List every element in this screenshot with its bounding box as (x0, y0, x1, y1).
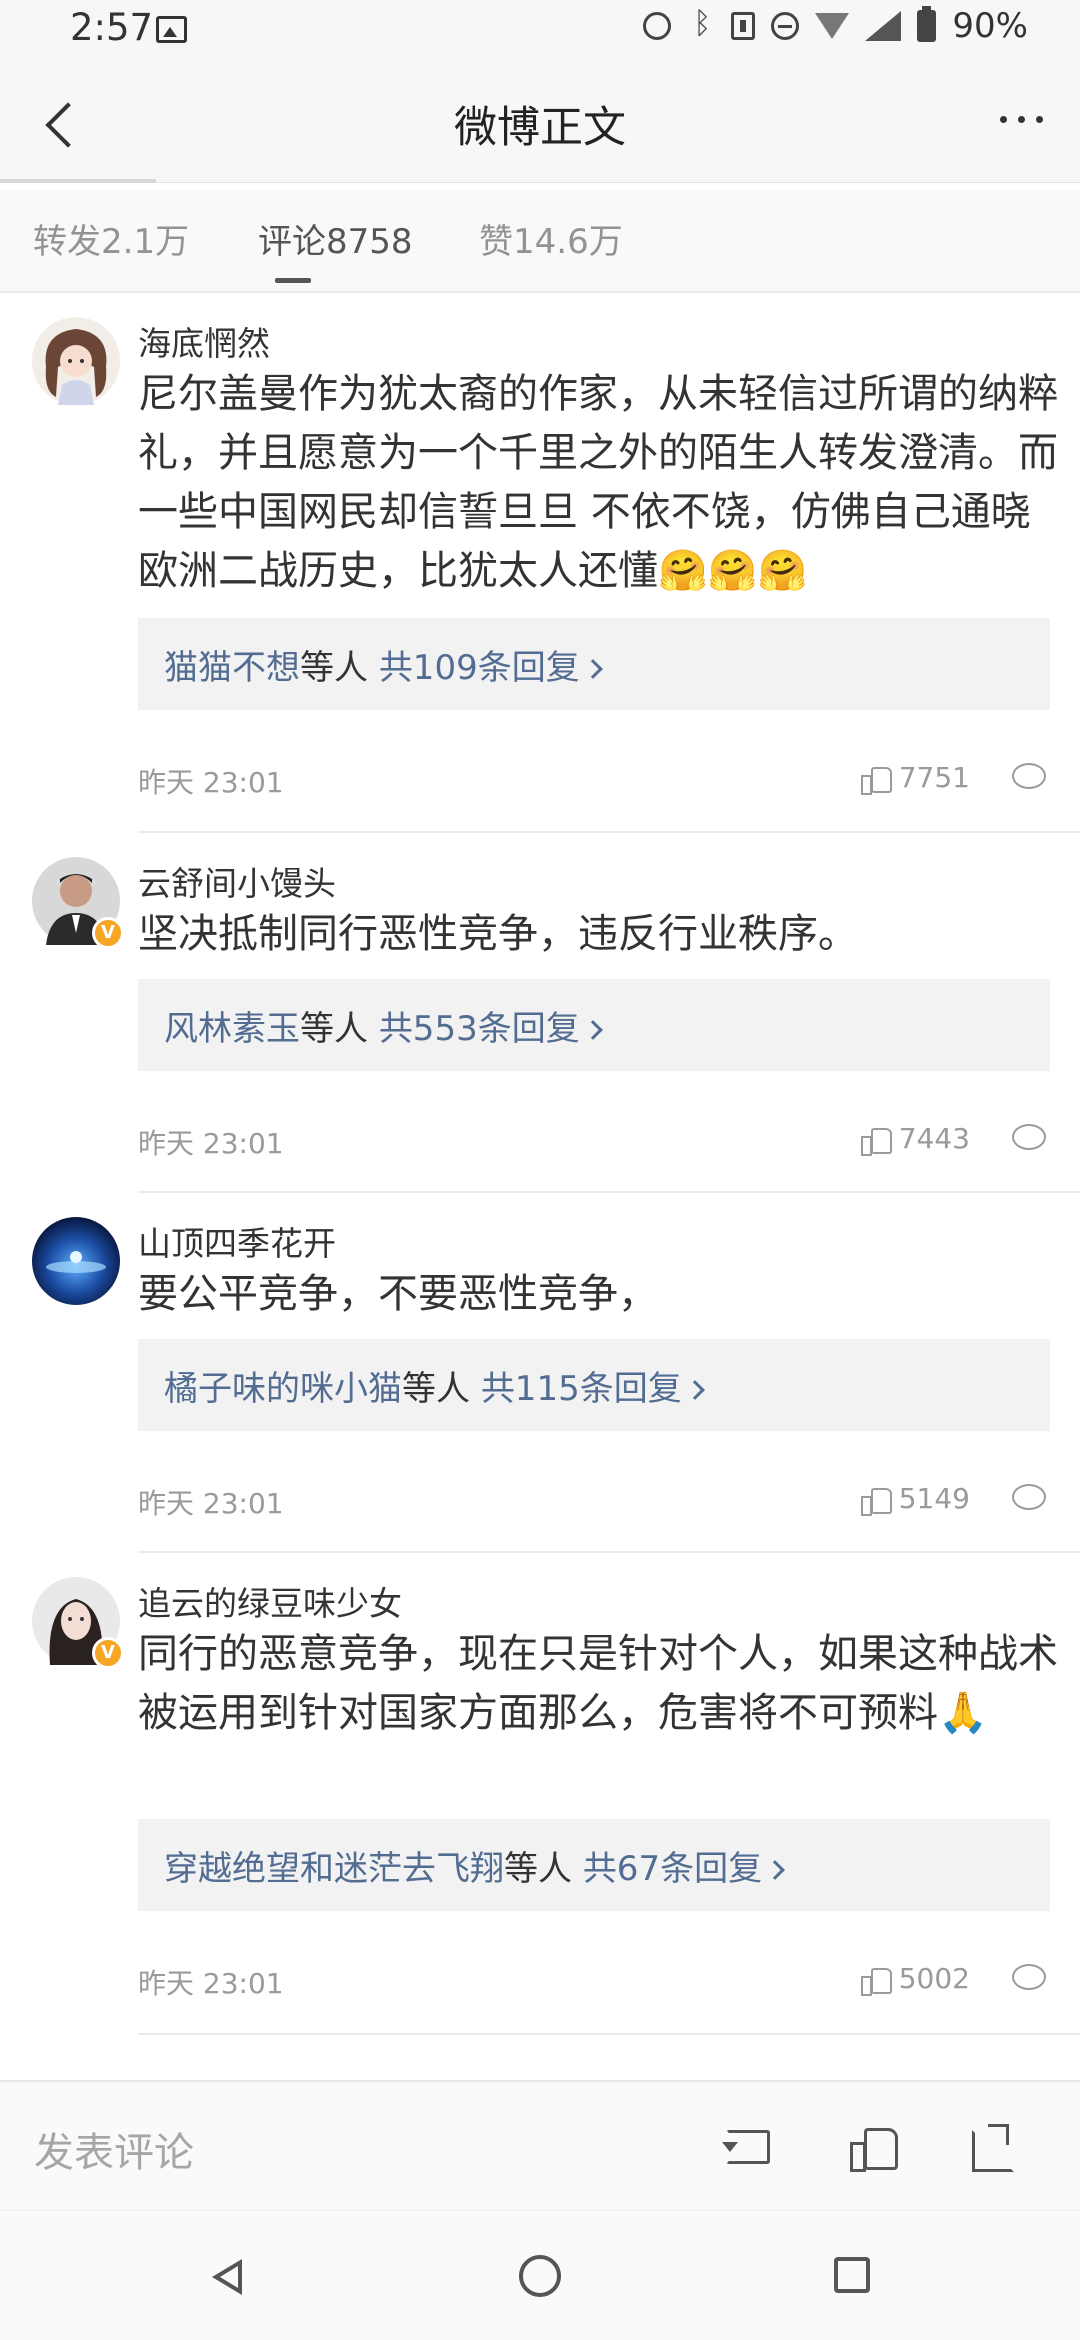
comment-divider (138, 2033, 1080, 2035)
avatar[interactable] (32, 317, 120, 405)
comment-time: 昨天 23:01 (138, 766, 284, 799)
verified-badge-icon: V (92, 1637, 124, 1669)
reply-connector: 等人 (300, 1009, 379, 1049)
chevron-right-icon (765, 1860, 785, 1880)
like-button[interactable]: 5002 (860, 1962, 970, 1996)
thumbs-up-icon (860, 1124, 892, 1156)
verified-badge-icon: V (92, 917, 124, 949)
status-icons: 90% (643, 6, 1028, 46)
comment-bubble-icon[interactable] (1012, 1124, 1046, 1150)
reply-user-name[interactable]: 猫猫不想 (164, 648, 300, 688)
comment-divider (138, 1191, 1080, 1193)
like-button[interactable]: 7751 (860, 761, 970, 795)
comment-list: 海底惘然 尼尔盖曼作为犹太裔的作家，从未轻信过所谓的纳粹礼，并且愿意为一个千里之… (0, 293, 1080, 2080)
like-count: 7443 (898, 1122, 970, 1155)
nav-recents-icon[interactable] (834, 2257, 870, 2293)
reply-count: 共67条回复 (582, 1849, 763, 1889)
status-time: 2:57 (70, 6, 154, 49)
system-nav-bar (0, 2210, 1080, 2340)
alarm-icon (643, 12, 672, 40)
comment-input[interactable]: 发表评论 (34, 2120, 194, 2178)
vibrate-icon (731, 12, 756, 40)
comment-divider (138, 831, 1080, 833)
reply-connector: 等人 (402, 1369, 481, 1409)
comment-time: 昨天 23:01 (138, 1127, 284, 1160)
comment-text: 同行的恶意竞争，现在只是针对个人，如果这种战术被运用到针对国家方面那么，危害将不… (138, 1631, 1058, 1736)
repost-icon[interactable] (722, 2124, 770, 2168)
comment-username[interactable]: 山顶四季花开 (138, 1217, 336, 1265)
thumbs-up-icon (860, 763, 892, 795)
battery-icon (917, 6, 937, 42)
chevron-right-icon (582, 1020, 603, 1040)
thumbs-up-icon (860, 1484, 892, 1516)
gallery-icon (156, 16, 187, 43)
replies-preview[interactable]: 橘子味的咪小猫等人 共115条回复 (138, 1339, 1050, 1431)
comment-time: 昨天 23:01 (138, 1967, 284, 2000)
replies-preview[interactable]: 猫猫不想等人 共109条回复 (138, 618, 1050, 710)
comment-bubble-icon[interactable] (1012, 1964, 1046, 1990)
like-count: 5149 (898, 1482, 970, 1515)
comment-meta: 昨天 23:01 7443 (138, 1122, 1050, 1162)
avatar[interactable]: V (32, 1577, 124, 1669)
comment-divider (138, 1551, 1080, 1553)
reply-user-name[interactable]: 橘子味的咪小猫 (164, 1369, 402, 1409)
like-icon[interactable] (850, 2124, 898, 2172)
replies-preview[interactable]: 穿越绝望和迷茫去飞翔等人 共67条回复 (138, 1819, 1050, 1911)
avatar[interactable] (32, 1217, 120, 1305)
do-not-disturb-icon (771, 12, 800, 40)
comment-meta: 昨天 23:01 5149 (138, 1482, 1050, 1522)
status-bar: 2:57 90% (0, 0, 1080, 63)
nav-home-icon[interactable] (519, 2255, 561, 2297)
battery-percent: 90% (952, 6, 1028, 46)
like-count: 5002 (898, 1962, 970, 1995)
page-title: 微博正文 (454, 103, 626, 153)
tab-bar: 转发2.1万 评论8758 赞14.6万 (0, 190, 1080, 293)
comment-meta: 昨天 23:01 7751 (138, 761, 1050, 801)
replies-preview[interactable]: 风林素玉等人 共553条回复 (138, 979, 1050, 1071)
screen: 2:57 90% 微博正文 转发2.1万 评论8758 赞14.6万 (0, 0, 1080, 2340)
comment-bubble-icon[interactable] (1012, 763, 1046, 789)
reply-user-name[interactable]: 风林素玉 (164, 1009, 300, 1049)
active-tab-indicator (275, 278, 311, 283)
signal-icon (865, 11, 902, 41)
comment-text: 坚决抵制同行恶性竞争，违反行业秩序。 (138, 911, 858, 957)
header: 微博正文 (0, 63, 1080, 183)
comment-meta: 昨天 23:01 5002 (138, 1962, 1050, 2002)
tab-reposts[interactable]: 转发2.1万 (33, 214, 189, 263)
bottom-action-bar: 发表评论 (0, 2080, 1080, 2210)
wifi-icon (815, 13, 850, 39)
bluetooth-icon (687, 6, 715, 41)
reply-connector: 等人 (504, 1849, 583, 1889)
tab-likes[interactable]: 赞14.6万 (479, 214, 623, 263)
like-count: 7751 (898, 761, 970, 794)
like-button[interactable]: 7443 (860, 1122, 970, 1156)
chevron-right-icon (582, 659, 603, 679)
reply-user-name[interactable]: 穿越绝望和迷茫去飞翔 (164, 1849, 504, 1889)
comment-username[interactable]: 海底惘然 (138, 317, 270, 365)
comment-username[interactable]: 追云的绿豆味少女 (138, 1577, 402, 1625)
comment-text: 尼尔盖曼作为犹太裔的作家，从未轻信过所谓的纳粹礼，并且愿意为一个千里之外的陌生人… (138, 371, 1058, 594)
chevron-right-icon (684, 1380, 705, 1400)
reply-count: 共115条回复 (480, 1369, 682, 1409)
avatar[interactable]: V (32, 857, 124, 949)
reply-connector: 等人 (300, 648, 379, 688)
tab-comments[interactable]: 评论8758 (258, 214, 413, 263)
thumbs-up-icon (860, 1964, 892, 1996)
share-icon[interactable] (970, 2124, 1018, 2172)
more-options-icon[interactable] (998, 113, 1046, 123)
nav-back-icon[interactable] (212, 2259, 242, 2295)
load-progress-bar (0, 179, 156, 183)
comment-time: 昨天 23:01 (138, 1487, 284, 1520)
comment-text: 要公平竞争，不要恶性竞争， (138, 1271, 658, 1317)
reply-count: 共553条回复 (378, 1009, 580, 1049)
like-button[interactable]: 5149 (860, 1482, 970, 1516)
comment-username[interactable]: 云舒间小馒头 (138, 857, 336, 905)
reply-count: 共109条回复 (378, 648, 580, 688)
comment-bubble-icon[interactable] (1012, 1484, 1046, 1510)
